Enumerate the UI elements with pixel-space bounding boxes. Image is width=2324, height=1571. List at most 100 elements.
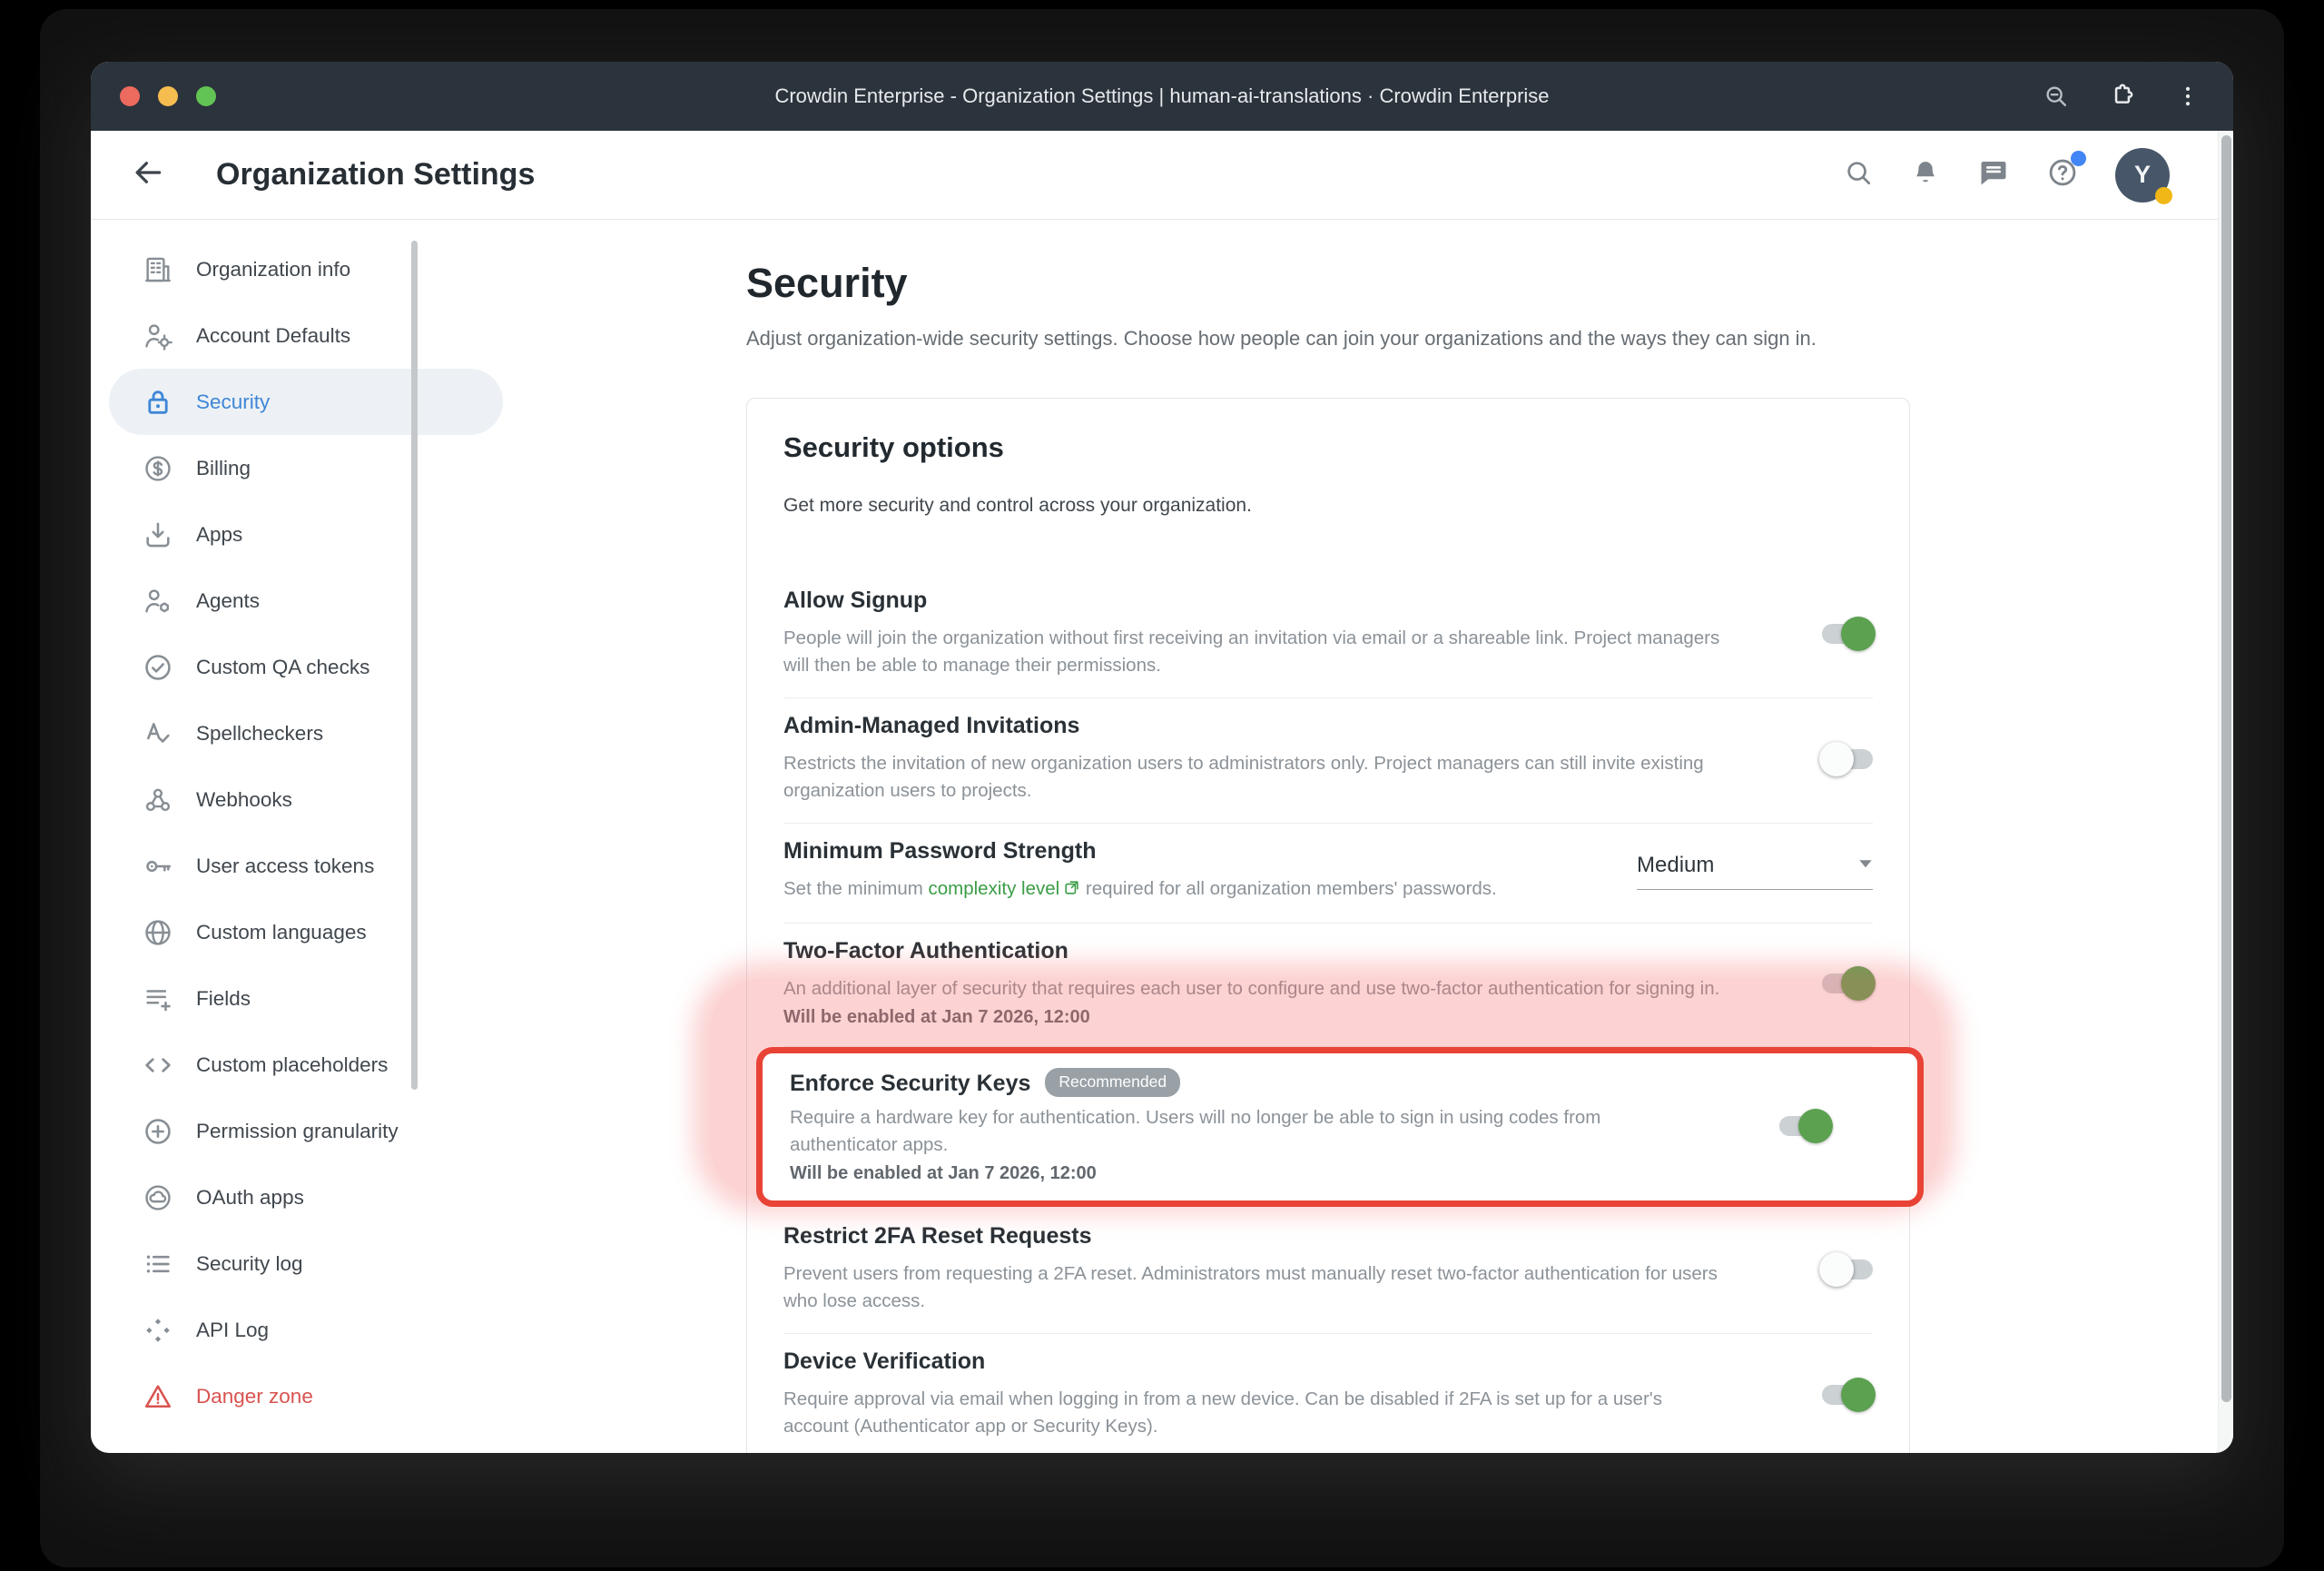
- security-options-card: Security options Get more security and c…: [746, 398, 1910, 1453]
- messages-chat-icon[interactable]: [1977, 156, 2010, 193]
- api-diamonds-icon: [142, 1314, 174, 1347]
- sidebar-item-danger-zone[interactable]: Danger zone: [109, 1363, 503, 1429]
- browser-window: Crowdin Enterprise - Organization Settin…: [91, 62, 2233, 1453]
- selected-value: Medium: [1637, 853, 1714, 878]
- setting-row-minimum-password-strength: Minimum Password Strength Set the minimu…: [783, 824, 1873, 924]
- setting-title: Two-Factor Authentication: [783, 938, 1729, 964]
- traffic-lights: [120, 86, 216, 106]
- zoom-window-button[interactable]: [196, 86, 216, 106]
- setting-title: Minimum Password Strength: [783, 838, 1584, 865]
- sidebar-item-agents[interactable]: Agents: [109, 568, 503, 634]
- enable-date-note: Will be enabled at Jan 7 2026, 12:00: [783, 1007, 1729, 1028]
- notifications-bell-icon[interactable]: [1910, 157, 1941, 193]
- code-icon: [142, 1049, 174, 1082]
- warning-triangle-icon: [142, 1380, 174, 1413]
- sidebar-item-permission-granularity[interactable]: Permission granularity: [109, 1098, 503, 1164]
- setting-row-device-verification: Device Verification Require approval via…: [783, 1334, 1873, 1453]
- browser-extensions-icon[interactable]: [2108, 82, 2137, 111]
- setting-description: Set the minimum complexity level require…: [783, 875, 1584, 904]
- sidebar-item-api-log[interactable]: API Log: [109, 1297, 503, 1363]
- dollar-circle-icon: [142, 452, 174, 485]
- back-arrow-icon[interactable]: [131, 155, 165, 194]
- device-verification-toggle[interactable]: [1822, 1385, 1873, 1405]
- main-content: Security Adjust organization-wide securi…: [746, 220, 1910, 1453]
- setting-title: Device Verification: [783, 1349, 1729, 1375]
- page-scrollbar[interactable]: [2218, 131, 2233, 1453]
- download-icon: [142, 519, 174, 551]
- sidebar-scrollbar[interactable]: [411, 241, 418, 1090]
- browser-titlebar: Crowdin Enterprise - Organization Settin…: [91, 62, 2233, 131]
- sidebar-item-fields[interactable]: Fields: [109, 965, 503, 1032]
- key-icon: [142, 850, 174, 883]
- help-notification-dot: [2071, 151, 2086, 166]
- sidebar-item-oauth-apps[interactable]: OAuth apps: [109, 1164, 503, 1230]
- check-circle-icon: [142, 651, 174, 684]
- setting-description: People will join the organization withou…: [783, 625, 1729, 679]
- section-subtitle: Adjust organization-wide security settin…: [746, 327, 1910, 351]
- settings-sidebar: Organization info Account Defaults Secur…: [91, 220, 517, 1453]
- setting-row-allow-signup: Allow Signup People will join the organi…: [783, 573, 1873, 698]
- setting-description: Require a hardware key for authenticatio…: [790, 1104, 1692, 1159]
- recommended-badge: Recommended: [1045, 1068, 1180, 1097]
- page-scrollbar-thumb[interactable]: [2221, 135, 2231, 1402]
- external-link-icon: [1063, 877, 1080, 904]
- setting-title: Enforce Security KeysRecommended: [790, 1068, 1692, 1097]
- sidebar-item-organization-info[interactable]: Organization info: [109, 236, 503, 302]
- section-title: Security: [746, 260, 1910, 307]
- page-title: Organization Settings: [216, 157, 535, 193]
- avatar[interactable]: Y: [2115, 148, 2170, 203]
- fields-icon: [142, 983, 174, 1015]
- user-gear-icon: [142, 320, 174, 352]
- list-icon: [142, 1248, 174, 1280]
- setting-title: Allow Signup: [783, 588, 1729, 614]
- allow-signup-toggle[interactable]: [1822, 624, 1873, 644]
- toggle-knob: [1841, 617, 1876, 651]
- setting-description: An additional layer of security that req…: [783, 975, 1729, 1003]
- chevron-down-icon: [1858, 857, 1873, 874]
- building-icon: [142, 253, 174, 286]
- sidebar-item-security-log[interactable]: Security log: [109, 1230, 503, 1297]
- complexity-level-link[interactable]: complexity level: [929, 878, 1081, 899]
- restrict-2fa-reset-requests-toggle[interactable]: [1822, 1260, 1873, 1280]
- toggle-knob: [1841, 1378, 1876, 1412]
- sidebar-item-spellcheckers[interactable]: Spellcheckers: [109, 700, 503, 766]
- setting-description: Prevent users from requesting a 2FA rese…: [783, 1260, 1729, 1315]
- toggle-knob: [1819, 1252, 1854, 1287]
- avatar-status-dot: [2155, 187, 2172, 204]
- password-strength-select[interactable]: Medium: [1637, 853, 1873, 890]
- setting-title: Restrict 2FA Reset Requests: [783, 1223, 1729, 1250]
- sidebar-item-billing[interactable]: Billing: [109, 435, 503, 501]
- two-factor-authentication-toggle[interactable]: [1822, 973, 1873, 993]
- setting-description: Require approval via email when logging …: [783, 1386, 1729, 1440]
- setting-description: Restricts the invitation of new organiza…: [783, 750, 1729, 805]
- sidebar-item-apps[interactable]: Apps: [109, 501, 503, 568]
- sidebar-item-security[interactable]: Security: [109, 369, 503, 435]
- sidebar-item-account-defaults[interactable]: Account Defaults: [109, 302, 503, 369]
- cloud-circle-icon: [142, 1181, 174, 1214]
- minimize-window-button[interactable]: [158, 86, 178, 106]
- enforce-security-keys-toggle[interactable]: [1779, 1116, 1830, 1136]
- lock-icon: [142, 386, 174, 419]
- app-header: Organization Settings: [91, 131, 2233, 220]
- sidebar-item-webhooks[interactable]: Webhooks: [109, 766, 503, 833]
- browser-menu-kebab-icon[interactable]: [2175, 84, 2201, 109]
- setting-title: Admin-Managed Invitations: [783, 713, 1729, 739]
- admin-managed-invitations-toggle[interactable]: [1822, 749, 1873, 769]
- toggle-knob: [1798, 1109, 1833, 1143]
- globe-icon: [142, 916, 174, 949]
- toggle-knob: [1819, 742, 1854, 776]
- sidebar-item-user-access-tokens[interactable]: User access tokens: [109, 833, 503, 899]
- setting-row-two-factor-authentication: Two-Factor Authentication An additional …: [783, 924, 1873, 1047]
- enable-date-note: Will be enabled at Jan 7 2026, 12:00: [790, 1163, 1692, 1184]
- sidebar-item-custom-placeholders[interactable]: Custom placeholders: [109, 1032, 503, 1098]
- close-window-button[interactable]: [120, 86, 140, 106]
- webhook-icon: [142, 784, 174, 816]
- sidebar-item-custom-languages[interactable]: Custom languages: [109, 899, 503, 965]
- sidebar-item-custom-qa-checks[interactable]: Custom QA checks: [109, 634, 503, 700]
- help-icon[interactable]: [2046, 156, 2079, 193]
- spellcheck-icon: [142, 717, 174, 750]
- browser-zoom-out-icon[interactable]: [2043, 83, 2070, 110]
- search-icon[interactable]: [1843, 157, 1874, 193]
- card-heading: Security options: [783, 431, 1873, 464]
- setting-row-enforce-security-keys: Enforce Security KeysRecommended Require…: [756, 1047, 1924, 1207]
